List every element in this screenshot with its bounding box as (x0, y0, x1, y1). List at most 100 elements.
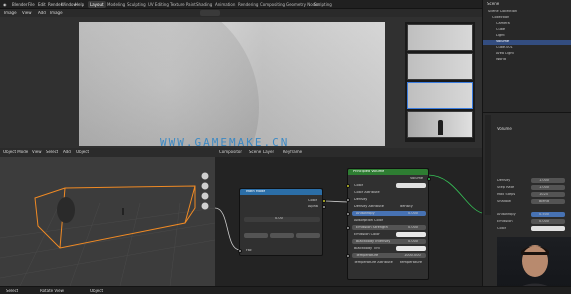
viewer-menu-add[interactable]: Add (38, 11, 46, 15)
figure-silhouette (438, 120, 443, 135)
socket-fac-in[interactable] (238, 249, 242, 253)
vol-row-emission-color-label: Emission Color (354, 233, 380, 236)
math-node-value: 0.00 (275, 217, 283, 220)
vol-row-anisotropy-value: 0.000 (408, 212, 419, 215)
menu-blender[interactable]: Blender (12, 2, 28, 7)
outliner-row[interactable]: Area Light (483, 52, 571, 57)
render-preview-image (79, 22, 385, 146)
vol-row-blackbody-intensity-value: 0.000 (408, 240, 419, 243)
outliner-row-selected[interactable]: Volume (483, 40, 571, 45)
vol-row-emission-strength-value: 0.000 (408, 226, 419, 229)
blender-logo-icon[interactable]: ◉ (3, 2, 7, 7)
figure-marker (122, 208, 124, 215)
volume-sphere (57, 197, 75, 223)
floor-grid (0, 202, 215, 286)
math-node-button-c[interactable] (296, 233, 320, 238)
thumbnail-2[interactable] (407, 53, 473, 80)
socket-emission-in[interactable] (346, 226, 350, 230)
3d-viewport[interactable]: Object Mode View Select Add Object (0, 148, 215, 286)
prop-step-rate-label: Step Rate (497, 186, 515, 189)
status-object: Object (90, 289, 104, 293)
vol-row-color-attr-label: Color Attribute (354, 191, 380, 194)
prop-max-steps-field[interactable] (531, 192, 565, 197)
viewport-gizmo-buttons (201, 172, 209, 210)
tab-scripting[interactable]: Scripting (312, 1, 334, 8)
outliner-row[interactable]: Collection (483, 16, 571, 21)
vol-emission-color-swatch[interactable] (396, 232, 426, 237)
vol-row-anisotropy-label: Anisotropy (356, 212, 375, 215)
vol-row-temperature-label: Temperature (356, 254, 379, 257)
vol-row-blackbody-intensity-label: Blackbody Intensity (356, 240, 391, 243)
socket-color-out[interactable] (322, 199, 326, 203)
vol-row-density-label: Density (354, 198, 368, 201)
tab-layout[interactable]: Layout (88, 1, 106, 8)
properties-tabs[interactable] (485, 115, 491, 215)
outliner-row[interactable]: Cube (483, 28, 571, 33)
outliner[interactable]: Scene Scene Collection Collection Camera… (482, 0, 571, 112)
status-bar: Select Rotate View Object (0, 286, 571, 294)
status-select: Select (6, 289, 19, 293)
volume-node-title: Principled Volume (353, 170, 385, 173)
tab-compositing[interactable]: Compositing (258, 1, 287, 8)
socket-density-in[interactable] (346, 198, 350, 202)
socket-temperature-in[interactable] (346, 254, 350, 258)
outliner-row[interactable]: Cube.001 (483, 46, 571, 51)
outliner-row[interactable]: Scene Collection (483, 10, 571, 15)
tab-sculpting[interactable]: Sculpting (125, 1, 148, 8)
thumbnail-3[interactable] (407, 82, 473, 109)
tab-modeling[interactable]: Modeling (105, 1, 127, 8)
outliner-row[interactable]: Light (483, 34, 571, 39)
prop-color-label: Color (497, 227, 507, 230)
watermark: WWW.GAMEMAKE.CN (160, 137, 290, 148)
prop-shadow-value: Blend (539, 200, 549, 203)
outliner-row[interactable]: Camera (483, 22, 571, 27)
vol-row-absorption-label: Absorption Color (354, 219, 384, 222)
thumbnail-4[interactable] (407, 111, 473, 138)
viewer-menu-image[interactable]: Image (4, 11, 17, 15)
socket-anisotropy-in[interactable] (346, 212, 350, 216)
image-selector[interactable] (200, 10, 220, 16)
vol-color-swatch[interactable] (396, 183, 426, 188)
prop-density-label: Density (497, 179, 511, 182)
node-editor[interactable]: Compositor Scene Layer Keyframe Math Mod… (215, 148, 482, 286)
thumbnail-1[interactable] (407, 24, 473, 51)
tab-rendering[interactable]: Rendering (236, 1, 260, 8)
menu-help[interactable]: Help (75, 2, 84, 7)
principled-volume-node[interactable]: Principled Volume Volume Color Color Att… (346, 168, 431, 280)
math-node-output-color: Color (308, 199, 318, 202)
socket-color-in[interactable] (346, 184, 350, 188)
vol-row-temperature-attr-value[interactable]: temperature (400, 261, 422, 265)
menu-edit[interactable]: Edit (38, 2, 46, 7)
prop-shadow-label: Shadow (497, 200, 511, 203)
properties-section-title: Volume (497, 127, 512, 131)
outliner-title: Scene (487, 2, 500, 6)
vol-row-blackbody-tint-label: Blackbody Tint (354, 247, 380, 250)
outliner-row[interactable]: World (483, 58, 571, 63)
math-node-button-a[interactable] (244, 233, 268, 238)
viewer-menu-image2[interactable]: Image (50, 11, 63, 15)
vol-row-temperature-value: 1000.000 (404, 254, 421, 257)
viewer-header: Image View Add Image (0, 9, 482, 17)
prop-max-steps-label: Max Steps (497, 193, 516, 196)
tab-animation[interactable]: Animation (213, 1, 237, 8)
viewer-menu-view[interactable]: View (22, 11, 32, 15)
thumbnail-strip (405, 22, 475, 142)
menu-file[interactable]: File (28, 2, 35, 7)
vol-row-density-attr-value[interactable]: density (400, 205, 413, 209)
prop-color-swatch[interactable] (531, 226, 565, 231)
prop-anisotropy-label: Anisotropy (497, 213, 516, 216)
prop-density-value: 1.000 (539, 179, 550, 182)
prop-emission-label: Emission (497, 220, 513, 223)
vol-blackbody-tint-swatch[interactable] (396, 246, 426, 251)
socket-volume-out[interactable] (427, 177, 431, 181)
math-node-button-b[interactable] (270, 233, 294, 238)
viewport-scene (0, 172, 215, 286)
math-node-output-alpha: Alpha (308, 205, 318, 208)
volume-node-output: Volume (410, 177, 424, 180)
tab-shading[interactable]: Shading (194, 1, 214, 8)
prop-anisotropy-value: 0.500 (539, 213, 550, 216)
vol-row-density-attr-label: Density Attribute (354, 205, 384, 208)
socket-alpha-out[interactable] (322, 205, 326, 209)
vol-row-emission-strength-label: Emission Strength (356, 226, 388, 229)
math-node[interactable]: Math Mode Color Alpha 0.00 Fac (238, 188, 326, 256)
